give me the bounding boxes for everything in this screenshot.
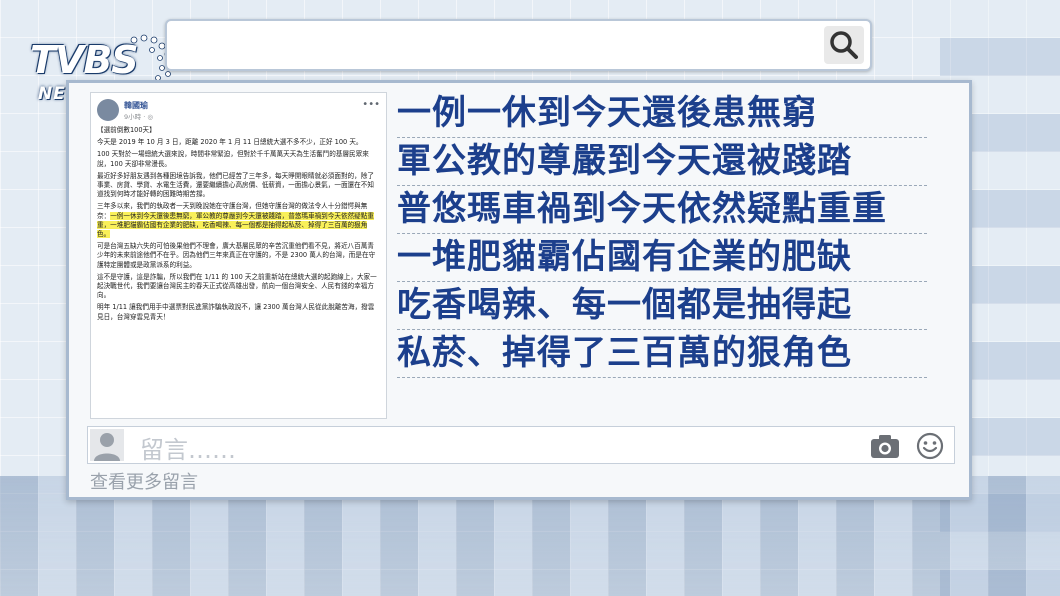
comment-input[interactable]: 留言……: [140, 430, 236, 465]
avatar: [97, 99, 119, 121]
person-icon: [94, 433, 120, 461]
headline-line: 一例一休到今天還後患無窮: [397, 90, 927, 138]
emoji-icon[interactable]: [916, 432, 944, 460]
globe-icon: ◎: [147, 113, 154, 121]
facebook-post-screenshot: 韓國瑜 9小時 · ◎ ••• 【選前倒數100天】 今天是 2019 年 10…: [90, 92, 387, 419]
view-more-comments-link[interactable]: 查看更多留言: [90, 468, 198, 494]
post-paragraph: 【選前倒數100天】: [97, 126, 156, 134]
headline-line: 普悠瑪車禍到今天依然疑點重重: [397, 186, 927, 234]
post-paragraph: 明年 1/11 讓我們用手中選票對民進黨詐騙執政說不，讓 2300 萬台灣人民從…: [97, 303, 375, 321]
comment-bar[interactable]: 留言……: [87, 426, 955, 464]
headline-line: 私菸、掉得了三百萬的狠角色: [397, 330, 927, 378]
post-time: 9小時 · ◎: [124, 111, 153, 121]
highlighted-text: 一例一休到今天還後患無窮，軍公教的尊嚴到今天還被踐踏，普悠瑪車禍到今天依然疑點重…: [97, 211, 374, 239]
more-options-icon: •••: [362, 99, 380, 110]
search-bar[interactable]: [165, 19, 872, 71]
camera-icon[interactable]: [870, 433, 900, 459]
post-paragraph: 100 天對於一場總統大選來說，時間非常緊迫，但對於千千萬萬天天為生活奮鬥的基層…: [97, 150, 369, 168]
post-time-text: 9小時 ·: [124, 113, 148, 121]
post-paragraph: 三年多以來，我們的執政者一天到晚說她在守護台灣，但她守護台灣的做法令人十分錯愕與…: [97, 202, 380, 239]
post-body: 【選前倒數100天】 今天是 2019 年 10 月 3 日，距離 2020 年…: [97, 126, 380, 325]
headline-line: 軍公教的尊嚴到今天還被踐踏: [397, 138, 927, 186]
post-paragraph: 這不是守護，這是詐騙，所以我們在 1/11 的 100 天之前重新站在總統大選的…: [97, 272, 377, 300]
post-paragraph: 可是台灣五缺六失的可怕後果他們不理會，廣大基層民眾的辛苦沉重他們看不見，將近八百…: [97, 242, 376, 269]
headline-line: 吃香喝辣、每一個都是抽得起: [397, 282, 927, 330]
post-author: 韓國瑜: [124, 101, 148, 110]
logo-tvbs-text: TVBS: [30, 38, 139, 82]
post-paragraph: 最近好多好朋友遇到各種困境告訴我，他們已經苦了三年多，每天睜開眼睛就必須面對的，…: [97, 171, 374, 199]
headline-line: 一堆肥貓霸佔國有企業的肥缺: [397, 234, 927, 282]
search-icon: [830, 31, 858, 59]
headline-list: 一例一休到今天還後患無窮 軍公教的尊嚴到今天還被踐踏 普悠瑪車禍到今天依然疑點重…: [397, 90, 927, 378]
user-avatar-icon: [90, 429, 124, 461]
search-button[interactable]: [824, 26, 864, 64]
post-header: 韓國瑜 9小時 · ◎ •••: [97, 99, 382, 123]
post-paragraph: 今天是 2019 年 10 月 3 日，距離 2020 年 1 月 11 日總統…: [97, 138, 363, 147]
